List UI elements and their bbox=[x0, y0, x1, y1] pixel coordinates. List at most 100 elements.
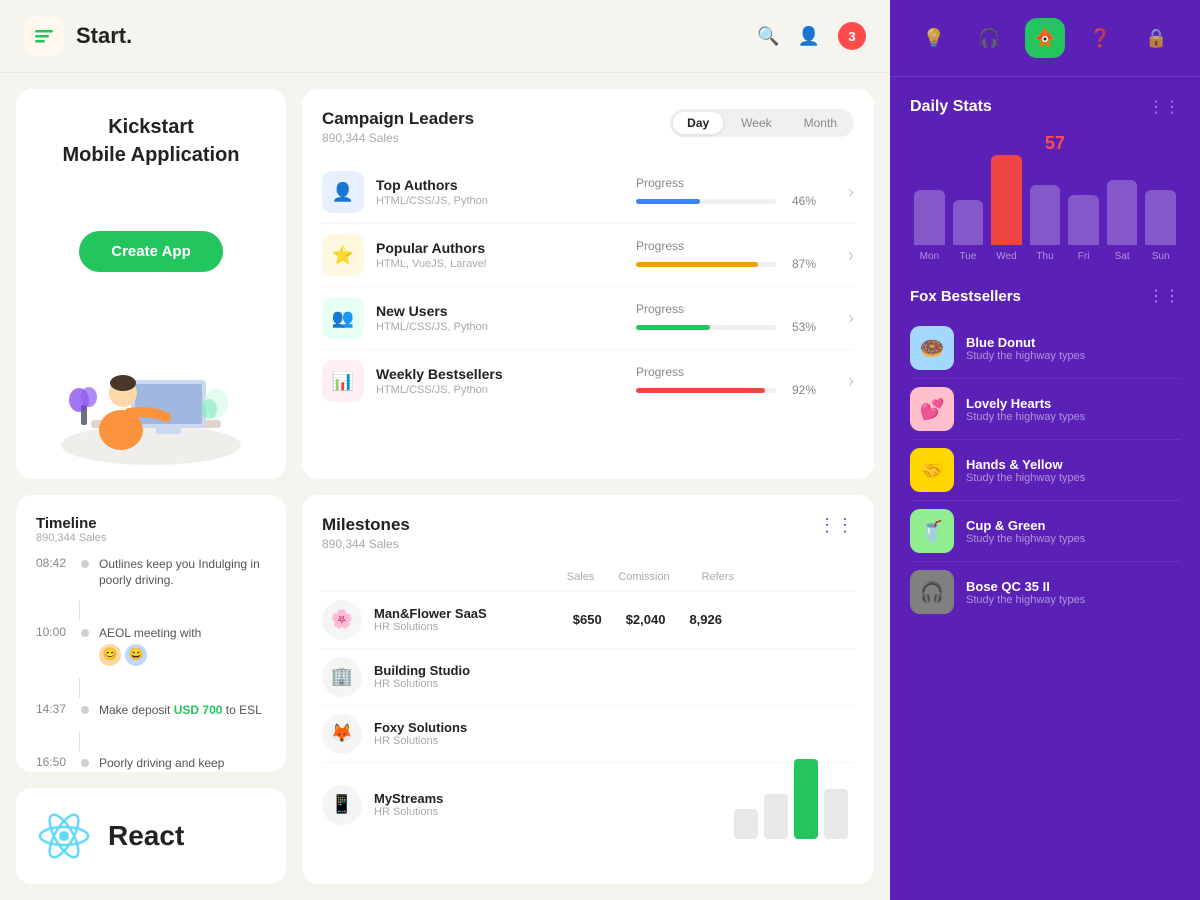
milestone-icon: 🏢 bbox=[322, 657, 362, 697]
progress-bar-group: 53% bbox=[636, 320, 836, 334]
headphone-icon-btn[interactable]: 🎧 bbox=[969, 18, 1009, 58]
user-icon[interactable]: 👤 bbox=[798, 26, 820, 47]
bar-day-label: Thu bbox=[1036, 251, 1053, 262]
tl-avatars: 😊 😄 bbox=[99, 644, 201, 666]
tab-day[interactable]: Day bbox=[673, 112, 723, 134]
tl-text: Poorly driving and keep structure bbox=[99, 755, 266, 772]
bestsellers-more-icon[interactable]: ⋮⋮ bbox=[1148, 286, 1180, 306]
bar-day-label: Tue bbox=[959, 251, 976, 262]
daily-stats-header: Daily Stats ⋮⋮ bbox=[910, 97, 1180, 117]
bestseller-row: 🍩 Blue Donut Study the highway types bbox=[910, 318, 1180, 379]
milestone-row: 🏢 Building Studio HR Solutions bbox=[322, 649, 854, 706]
bestseller-image: 🎧 bbox=[910, 570, 954, 614]
bar-day-label: Sat bbox=[1115, 251, 1130, 262]
chart-peak-value: 57 bbox=[910, 133, 1180, 154]
milestone-info: Building Studio HR Solutions bbox=[374, 663, 530, 690]
campaign-header: Campaign Leaders 890,344 Sales Day Week … bbox=[322, 109, 854, 145]
row-progress: Progress 92% bbox=[636, 365, 836, 397]
campaign-rows: 👤 Top Authors HTML/CSS/JS, Python Progre… bbox=[322, 161, 854, 412]
lock-icon-btn[interactable]: 🔒 bbox=[1136, 18, 1176, 58]
bottom-left: Timeline 890,344 Sales 08:42 Outlines ke… bbox=[16, 495, 286, 885]
tab-week[interactable]: Week bbox=[727, 112, 785, 134]
row-icon: 👤 bbox=[322, 171, 364, 213]
right-sidebar: 💡 🎧 ❓ 🔒 Daily Stats ⋮⋮ 57 Mon Tue bbox=[890, 0, 1200, 900]
progress-bar-fill bbox=[636, 199, 700, 204]
bestseller-name: Bose QC 35 II bbox=[966, 579, 1180, 594]
tl-text: Outlines keep you Indulging in poorly dr… bbox=[99, 556, 266, 590]
sidebar-icons: 💡 🎧 ❓ 🔒 bbox=[890, 0, 1200, 77]
tl-time: 16:50 bbox=[36, 755, 71, 769]
milestone-rows: 🌸 Man&Flower SaaS HR Solutions $650 $2,0… bbox=[322, 592, 854, 847]
header: Start. 🔍 👤 3 bbox=[0, 0, 890, 73]
row-arrow-icon[interactable]: › bbox=[848, 308, 854, 329]
stat-sales: $650 bbox=[573, 612, 602, 627]
row-name: Popular Authors bbox=[376, 240, 624, 256]
row-arrow-icon[interactable]: › bbox=[848, 182, 854, 203]
react-label: React bbox=[108, 820, 184, 852]
milestones-more-icon[interactable]: ⋮⋮ bbox=[818, 515, 854, 536]
progress-label: Progress bbox=[636, 302, 836, 316]
daily-stats-title: Daily Stats bbox=[910, 98, 992, 116]
col-sales: Sales bbox=[554, 571, 594, 583]
react-card: React bbox=[16, 788, 286, 884]
kickstart-illustration bbox=[51, 335, 251, 455]
row-name: New Users bbox=[376, 303, 624, 319]
search-icon[interactable]: 🔍 bbox=[757, 26, 779, 47]
campaign-card: Campaign Leaders 890,344 Sales Day Week … bbox=[302, 89, 874, 479]
campaign-row: 👥 New Users HTML/CSS/JS, Python Progress… bbox=[322, 287, 854, 350]
row-progress: Progress 46% bbox=[636, 176, 836, 208]
progress-label: Progress bbox=[636, 239, 836, 253]
milestone-chart-area bbox=[734, 771, 854, 839]
row-tech: HTML/CSS/JS, Python bbox=[376, 195, 624, 207]
fox-icon-btn[interactable] bbox=[1025, 18, 1065, 58]
sidebar-content: Daily Stats ⋮⋮ 57 Mon Tue Wed Thu Fri Sa… bbox=[890, 77, 1200, 900]
app-title: Start. bbox=[76, 23, 132, 49]
tab-month[interactable]: Month bbox=[790, 112, 851, 134]
daily-stats-chart: 57 Mon Tue Wed Thu Fri Sat Sun bbox=[910, 133, 1180, 262]
row-arrow-icon[interactable]: › bbox=[848, 245, 854, 266]
campaign-row: 📊 Weekly Bestsellers HTML/CSS/JS, Python… bbox=[322, 350, 854, 412]
progress-percent: 46% bbox=[792, 194, 816, 208]
timeline-item: 14:37 Make deposit USD 700 to ESL bbox=[36, 702, 266, 719]
campaign-title: Campaign Leaders bbox=[322, 109, 474, 129]
milestone-sub: HR Solutions bbox=[374, 678, 530, 690]
milestone-sub: HR Solutions bbox=[374, 735, 530, 747]
content-top: Kickstart Mobile Application Create App bbox=[16, 89, 874, 479]
progress-bar-group: 92% bbox=[636, 383, 836, 397]
row-arrow-icon[interactable]: › bbox=[848, 371, 854, 392]
tl-time: 08:42 bbox=[36, 556, 71, 570]
question-icon-btn[interactable]: ❓ bbox=[1081, 18, 1121, 58]
bar-item: Fri bbox=[1068, 195, 1099, 262]
bar-day-label: Fri bbox=[1078, 251, 1090, 262]
progress-bar-fill bbox=[636, 325, 710, 330]
bestseller-info: Blue Donut Study the highway types bbox=[966, 335, 1180, 362]
col-refers: Refers bbox=[694, 571, 734, 583]
bestseller-info: Lovely Hearts Study the highway types bbox=[966, 396, 1180, 423]
progress-percent: 53% bbox=[792, 320, 816, 334]
bar-item: Thu bbox=[1030, 185, 1061, 262]
content-bottom: Timeline 890,344 Sales 08:42 Outlines ke… bbox=[16, 495, 874, 885]
row-progress: Progress 53% bbox=[636, 302, 836, 334]
notification-badge[interactable]: 3 bbox=[838, 22, 866, 50]
milestone-icon: 🦊 bbox=[322, 714, 362, 754]
row-icon: ⭐ bbox=[322, 234, 364, 276]
bestseller-name: Hands & Yellow bbox=[966, 457, 1180, 472]
timeline-items: 08:42 Outlines keep you Indulging in poo… bbox=[36, 556, 266, 773]
bar-rect bbox=[1068, 195, 1099, 245]
row-tech: HTML/CSS/JS, Python bbox=[376, 321, 624, 333]
tl-time: 14:37 bbox=[36, 702, 71, 716]
bestseller-name: Blue Donut bbox=[966, 335, 1180, 350]
timeline-card: Timeline 890,344 Sales 08:42 Outlines ke… bbox=[16, 495, 286, 773]
bulb-icon-btn[interactable]: 💡 bbox=[914, 18, 954, 58]
campaign-subtitle: 890,344 Sales bbox=[322, 131, 474, 145]
daily-stats-more-icon[interactable]: ⋮⋮ bbox=[1148, 97, 1180, 117]
react-logo-icon bbox=[36, 808, 92, 864]
milestones-title-group: Milestones 890,344 Sales bbox=[322, 515, 410, 551]
bestseller-row: 🤝 Hands & Yellow Study the highway types bbox=[910, 440, 1180, 501]
milestone-bar bbox=[794, 759, 818, 839]
row-icon: 👥 bbox=[322, 297, 364, 339]
create-app-button[interactable]: Create App bbox=[79, 231, 222, 272]
tl-dot bbox=[81, 759, 89, 767]
progress-bar-bg bbox=[636, 262, 776, 267]
tl-connector bbox=[79, 601, 80, 621]
